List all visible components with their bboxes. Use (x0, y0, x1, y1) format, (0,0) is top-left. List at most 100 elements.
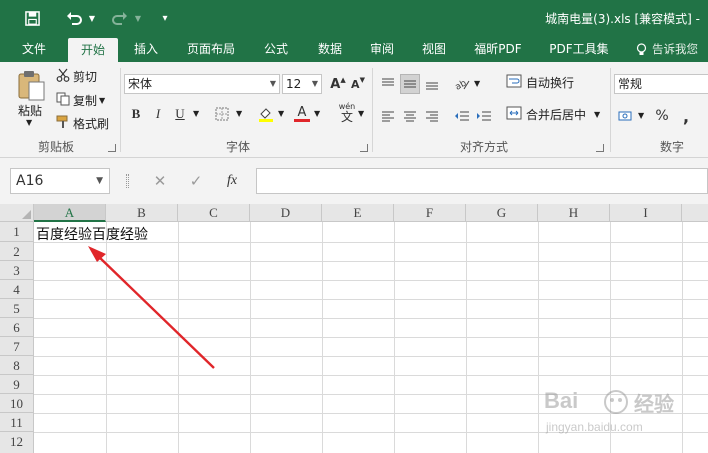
tab-foxit-pdf[interactable]: 福昕PDF (466, 36, 530, 62)
font-color-icon[interactable]: A (292, 104, 312, 124)
accounting-dropdown-icon[interactable]: ▼ (638, 111, 644, 120)
copy-label: 复制 (73, 94, 98, 108)
number-format-select[interactable]: 常规 (614, 74, 708, 94)
clipboard-group-label: 剪贴板 (38, 140, 75, 154)
redo-icon[interactable] (108, 0, 132, 36)
paste-icon[interactable] (16, 68, 46, 102)
name-box-value: A16 (16, 173, 44, 189)
align-left-icon[interactable] (378, 106, 398, 126)
percent-button[interactable]: % (652, 106, 672, 126)
format-painter-button[interactable]: 格式刷 (56, 115, 109, 132)
indent-increase-icon[interactable] (474, 106, 494, 126)
undo-dropdown-icon[interactable]: ▼ (86, 0, 98, 36)
merge-center-button[interactable]: 合并后居中 ▼ (506, 106, 600, 123)
chevron-down-icon: ▼ (269, 79, 276, 88)
chevron-down-icon: ▼ (311, 79, 318, 88)
grow-font-button[interactable]: A ▲ (328, 74, 348, 94)
font-launcher-icon[interactable] (360, 144, 368, 152)
clipboard-launcher-icon[interactable] (108, 144, 116, 152)
shrink-font-button[interactable]: A ▼ (348, 74, 368, 94)
ribbon-home: 粘贴 ▼ 剪切 复制 ▼ 格式刷 剪贴板 宋体 ▼ 12 ▼ A ▲ A ▼ B I U… (0, 62, 708, 158)
align-bottom-icon[interactable] (422, 74, 442, 94)
name-box[interactable]: A16 ▼ (10, 168, 110, 194)
font-size-select[interactable]: 12 ▼ (282, 74, 322, 94)
grow-font-icon: A (330, 76, 341, 92)
merge-center-icon (506, 106, 522, 123)
align-middle-icon[interactable] (400, 74, 420, 94)
font-name-value: 宋体 (128, 77, 153, 91)
cut-button[interactable]: 剪切 (56, 68, 97, 85)
formula-bar: A16 ▼ ✕ ✓ fx (0, 158, 708, 204)
alignment-launcher-icon[interactable] (596, 144, 604, 152)
copy-button[interactable]: 复制 ▼ (56, 92, 105, 109)
ribbon-tabs: 文件 开始 插入 页面布局 公式 数据 审阅 视图 福昕PDF PDF工具集 告… (0, 36, 708, 62)
copy-dropdown-icon[interactable]: ▼ (99, 96, 105, 105)
undo-icon[interactable] (62, 0, 86, 36)
align-center-icon[interactable] (400, 106, 420, 126)
font-color-dropdown-icon[interactable]: ▼ (314, 109, 320, 118)
cancel-icon[interactable]: ✕ (150, 168, 170, 194)
tab-insert[interactable]: 插入 (126, 36, 166, 62)
merge-center-label: 合并后居中 (526, 108, 587, 122)
tab-view[interactable]: 视图 (414, 36, 454, 62)
tab-home[interactable]: 开始 (68, 38, 118, 62)
align-top-icon[interactable] (378, 74, 398, 94)
fill-color-icon[interactable] (256, 104, 276, 124)
redo-dropdown-icon[interactable]: ▼ (132, 0, 144, 36)
function-icon[interactable]: fx (222, 168, 242, 194)
wrap-text-label: 自动换行 (526, 76, 575, 90)
red-arrow-annotation-icon (88, 246, 215, 369)
number-group-label: 数字 (660, 140, 685, 154)
tab-page-layout[interactable]: 页面布局 (180, 36, 242, 62)
fill-color-dropdown-icon[interactable]: ▼ (278, 109, 284, 118)
title-bar: ▼ ▼ ▾ 城南电量(3).xls [兼容模式] - (0, 0, 708, 36)
font-size-value: 12 (286, 77, 302, 91)
tab-formulas[interactable]: 公式 (256, 36, 296, 62)
italic-button[interactable]: I (148, 104, 168, 124)
phonetic-guide-button[interactable]: wén 文 (334, 102, 360, 124)
number-format-value: 常规 (618, 77, 643, 91)
indent-decrease-icon[interactable] (452, 106, 472, 126)
orientation-icon[interactable]: ab (452, 74, 472, 94)
tell-me-search[interactable]: 告诉我您 (634, 36, 708, 62)
worksheet-grid[interactable]: A B C D E F G H I 1 2 3 4 5 6 7 8 9 10 1… (0, 204, 708, 453)
accounting-icon[interactable] (616, 106, 636, 126)
comma-button[interactable]: , (676, 106, 696, 126)
paste-dropdown-icon[interactable]: ▼ (26, 118, 32, 127)
enter-icon[interactable]: ✓ (186, 168, 206, 194)
wrap-text-button[interactable]: 自动换行 (506, 74, 574, 91)
format-painter-icon (56, 115, 70, 132)
bold-button[interactable]: B (126, 104, 146, 124)
tell-me-label: 告诉我您 (652, 42, 698, 56)
paste-button[interactable]: 粘贴 (18, 102, 42, 119)
border-icon[interactable] (212, 104, 232, 124)
align-right-icon[interactable] (422, 106, 442, 126)
formula-bar-grip[interactable] (126, 174, 129, 188)
copy-icon (56, 92, 70, 109)
lightbulb-icon (636, 36, 647, 62)
alignment-group-label: 对齐方式 (460, 140, 509, 154)
tab-review[interactable]: 审阅 (362, 36, 402, 62)
save-icon[interactable] (20, 0, 44, 36)
orientation-dropdown-icon[interactable]: ▼ (474, 79, 480, 88)
ribbon-separator (610, 68, 611, 152)
chevron-down-icon: ▼ (96, 176, 103, 186)
font-group-label: 字体 (226, 140, 251, 154)
border-dropdown-icon[interactable]: ▼ (236, 109, 242, 118)
tab-data[interactable]: 数据 (310, 36, 350, 62)
formula-input[interactable] (256, 168, 708, 194)
font-color-letter: A (297, 104, 307, 120)
customize-qat-icon[interactable]: ▾ (156, 0, 174, 36)
phonetic-bottom-label: 文 (340, 110, 353, 124)
phonetic-dropdown-icon[interactable]: ▼ (358, 109, 364, 118)
underline-dropdown-icon[interactable]: ▼ (193, 109, 199, 118)
scissors-icon (56, 68, 70, 85)
underline-button[interactable]: U (170, 104, 190, 124)
cut-label: 剪切 (73, 70, 98, 84)
font-name-select[interactable]: 宋体 ▼ (124, 74, 280, 94)
window-title: 城南电量(3).xls [兼容模式] - (545, 12, 700, 26)
tab-pdf-tools[interactable]: PDF工具集 (544, 36, 614, 62)
shrink-font-icon: A (351, 77, 360, 91)
merge-dropdown-icon[interactable]: ▼ (594, 110, 600, 119)
tab-file[interactable]: 文件 (14, 36, 54, 62)
